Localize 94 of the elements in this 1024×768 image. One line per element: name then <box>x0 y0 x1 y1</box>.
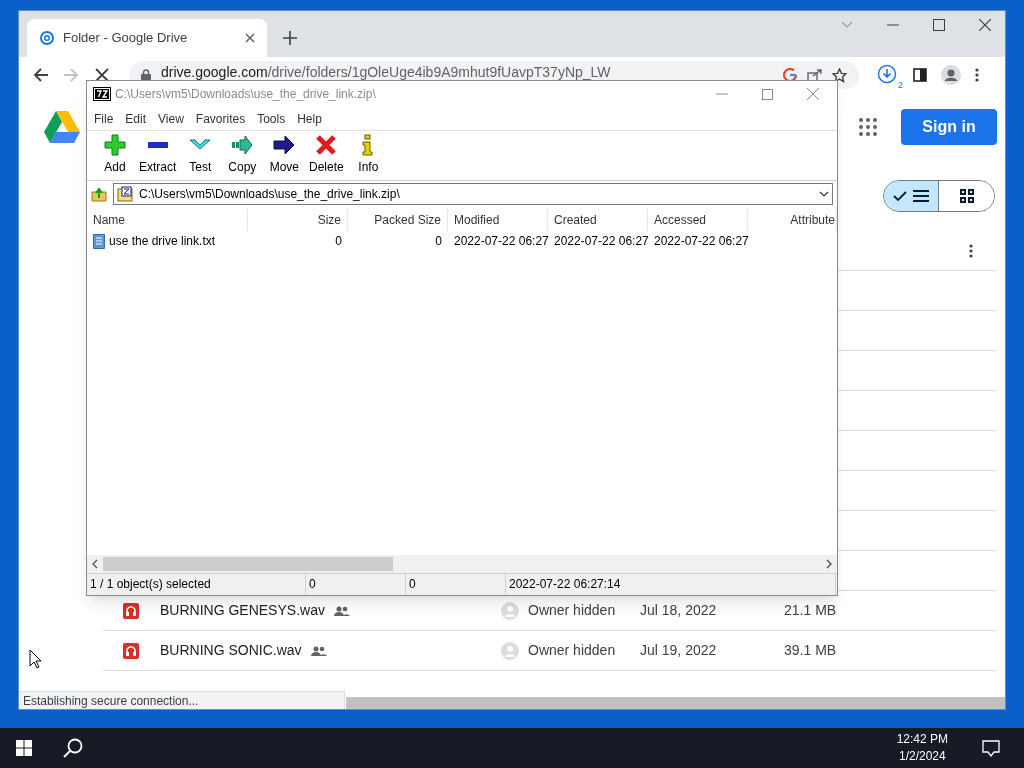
modified-date: Jul 19, 2022 <box>640 641 718 660</box>
move-icon <box>273 134 296 156</box>
modified-date: Jul 18, 2022 <box>640 601 718 620</box>
column-header[interactable]: Accessed <box>648 209 748 231</box>
clock-date[interactable]: 1/2/2024 <box>898 748 946 765</box>
avatar-icon <box>501 641 519 660</box>
folder-up-icon[interactable] <box>91 186 107 202</box>
archive-app-icon <box>93 87 111 101</box>
toolbar-button[interactable]: Delete <box>306 134 347 176</box>
table-cell-text: 2022-07-22 06:27 <box>653 233 748 250</box>
mouse-cursor-icon <box>29 649 43 669</box>
menu-item[interactable]: File <box>90 109 118 128</box>
url-host: drive.google.com <box>161 64 268 80</box>
horizontal-scrollbar[interactable] <box>87 555 837 573</box>
toolbar-button[interactable]: Info <box>348 134 389 176</box>
status-bubble: Establishing secure connection... <box>19 691 345 709</box>
add-icon <box>104 134 126 156</box>
owner-text: Owner hidden <box>528 601 617 620</box>
table-cell-text: 2022-07-22 06:27 <box>453 233 548 250</box>
list-icon <box>913 190 929 202</box>
column-header[interactable]: Created <box>548 209 648 231</box>
list-view-button[interactable] <box>884 181 939 211</box>
minus-icon <box>147 142 168 148</box>
file-size: 21.1 MB <box>784 601 837 620</box>
toolbar-button[interactable]: Add <box>95 134 135 176</box>
file-name[interactable]: use the drive link.txt <box>109 231 216 251</box>
status-text: 0 <box>406 574 506 595</box>
window-title: C:\Users\vm5\Downloads\use_the_drive_link.zip\ <box>115 86 377 103</box>
column-header[interactable]: Packed Size <box>348 209 448 231</box>
owner-text: Owner hidden <box>528 641 617 660</box>
new-tab-icon[interactable] <box>283 31 297 45</box>
path-field[interactable]: C:\Users\vm5\Downloads\use_the_drive_link.zip\ <box>113 183 833 205</box>
status-text: 2022-07-22 06:27:14 <box>506 574 836 595</box>
toolbar-button[interactable]: Extract <box>137 134 179 176</box>
share-icon[interactable] <box>807 68 822 82</box>
delete-icon <box>315 134 338 156</box>
menu-item[interactable]: View <box>154 109 188 128</box>
stop-icon[interactable] <box>95 68 109 82</box>
column-header[interactable]: Modified <box>448 209 548 231</box>
apps-icon[interactable] <box>859 118 877 136</box>
table-cell-text: 0 <box>434 233 443 250</box>
menu-icon[interactable] <box>975 68 979 82</box>
clock-time[interactable]: 12:42 PM <box>896 731 948 748</box>
text-file-icon <box>93 233 105 249</box>
url-path: /drive/folders/1gOleUge4ib9A9mhut9fUavpT37yNp_LW <box>267 64 611 80</box>
close-icon[interactable] <box>979 19 991 31</box>
column-header[interactable]: Attribute <box>748 209 837 231</box>
audio-file-icon <box>123 642 139 659</box>
file-size: 39.1 MB <box>784 641 837 660</box>
maximize-icon[interactable] <box>762 88 773 100</box>
notification-icon[interactable] <box>982 739 1000 757</box>
scroll-thumb[interactable] <box>103 557 393 571</box>
tab-title: Folder - Google Drive <box>63 29 189 48</box>
profile-icon[interactable] <box>941 65 961 85</box>
menu-item[interactable]: Favorites <box>191 109 250 128</box>
copy-icon <box>231 134 254 156</box>
maximize-icon[interactable] <box>933 19 945 31</box>
windows-logo-icon[interactable] <box>16 740 32 756</box>
close-icon[interactable] <box>245 33 255 43</box>
status-text: 0 <box>306 574 406 595</box>
search-icon[interactable] <box>63 738 83 758</box>
side-panel-icon[interactable] <box>913 68 927 82</box>
menu-item[interactable]: Help <box>293 109 326 128</box>
back-icon[interactable] <box>33 67 49 83</box>
grid-icon <box>959 189 974 203</box>
table-cell-text: 2022-07-22 06:27 <box>553 233 648 250</box>
toolbar-button[interactable]: Test <box>180 134 221 176</box>
avatar-icon <box>501 601 519 620</box>
archive-icon <box>117 186 133 202</box>
star-icon[interactable] <box>832 67 847 83</box>
table-cell-text: 0 <box>334 233 343 250</box>
drive-logo-icon <box>43 110 81 144</box>
toolbar-button[interactable]: Move <box>264 134 305 176</box>
loading-icon <box>39 30 55 46</box>
status-text: 1 / 1 object(s) selected <box>87 574 306 595</box>
check-icon <box>893 190 907 202</box>
toolbar-button[interactable]: Copy <box>222 134 263 176</box>
path-text: C:\Users\vm5\Downloads\use_the_drive_link.zip\ <box>139 186 401 203</box>
chevron-down-icon <box>819 191 829 197</box>
download-count: 2 <box>898 81 903 90</box>
column-header[interactable]: Name <box>87 209 248 231</box>
column-header[interactable]: Size <box>248 209 348 231</box>
audio-file-icon <box>123 602 139 619</box>
file-name[interactable]: BURNING SONIC.wav <box>160 640 302 661</box>
more-icon[interactable] <box>969 243 973 258</box>
download-icon <box>877 64 897 84</box>
file-name[interactable]: BURNING GENESYS.wav <box>160 600 325 621</box>
menu-item[interactable]: Tools <box>253 109 290 128</box>
close-icon[interactable] <box>807 88 819 100</box>
google-icon[interactable] <box>783 68 797 82</box>
menu-item[interactable]: Edit <box>121 109 151 128</box>
browser-tab[interactable]: Folder - Google Drive <box>27 19 267 57</box>
sign-in-button[interactable]: Sign in <box>901 109 997 145</box>
horizontal-scrollbar[interactable] <box>346 697 1005 709</box>
